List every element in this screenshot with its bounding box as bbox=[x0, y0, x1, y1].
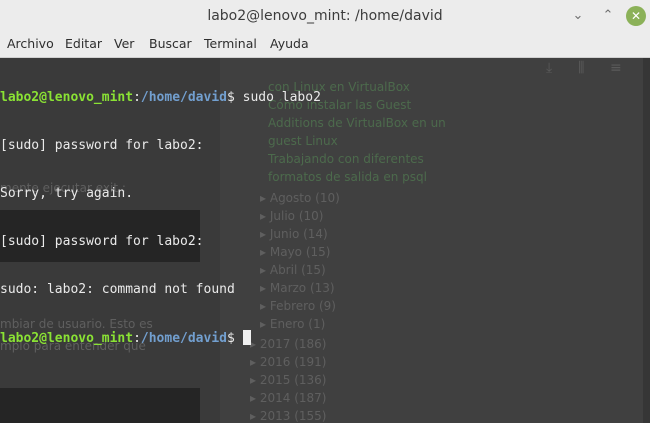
output-line: Sorry, try again. bbox=[0, 186, 134, 201]
close-icon[interactable]: ✕ bbox=[626, 6, 646, 26]
terminal-output: labo2@lenovo_mint:/home/david$ sudo labo… bbox=[0, 58, 321, 378]
output-line: [sudo] password for labo2: bbox=[0, 234, 204, 249]
menu-ayuda[interactable]: Ayuda bbox=[270, 32, 309, 57]
menu-buscar[interactable]: Buscar bbox=[149, 32, 192, 57]
background-year-item: ▸ 2014 (187) bbox=[250, 391, 327, 405]
menu-archivo[interactable]: Archivo bbox=[7, 32, 54, 57]
prompt-path: /home/david bbox=[140, 90, 227, 105]
menu-ver[interactable]: Ver bbox=[114, 32, 134, 57]
text-cursor bbox=[242, 330, 251, 345]
menu-icon: ≡ bbox=[610, 60, 622, 76]
output-line: sudo: labo2: command not found bbox=[0, 282, 235, 297]
output-line: [sudo] password for labo2: bbox=[0, 138, 204, 153]
prompt-user: labo2@lenovo_mint bbox=[0, 331, 134, 346]
terminal-area[interactable]: mente ejecutar exit : mbiar de usuario. … bbox=[0, 58, 650, 423]
background-year-item: ▸ 2013 (155) bbox=[250, 409, 327, 423]
maximize-icon[interactable]: ⌃ bbox=[597, 5, 619, 27]
prompt-line: labo2@lenovo_mint:/home/david$ bbox=[0, 330, 321, 346]
prompt-path: /home/david bbox=[140, 331, 227, 346]
menu-editar[interactable]: Editar bbox=[65, 32, 102, 57]
menu-terminal[interactable]: Terminal bbox=[204, 32, 257, 57]
command-text: sudo labo2 bbox=[234, 90, 321, 105]
window-title: labo2@lenovo_mint: /home/david bbox=[207, 8, 443, 24]
minimize-icon[interactable]: ⌄ bbox=[567, 5, 589, 27]
menu-bar: Archivo Editar Ver Buscar Terminal Ayuda bbox=[0, 32, 650, 58]
download-icon: ⤓ bbox=[546, 60, 553, 76]
library-icon: ⫼ bbox=[578, 60, 585, 76]
terminal-scrollbar[interactable] bbox=[643, 58, 650, 423]
background-code-block bbox=[0, 388, 200, 423]
prompt-user: labo2@lenovo_mint bbox=[0, 90, 134, 105]
title-bar[interactable]: labo2@lenovo_mint: /home/david ⌄ ⌃ ✕ bbox=[0, 0, 650, 33]
prompt-line: labo2@lenovo_mint:/home/david$ sudo labo… bbox=[0, 90, 321, 105]
